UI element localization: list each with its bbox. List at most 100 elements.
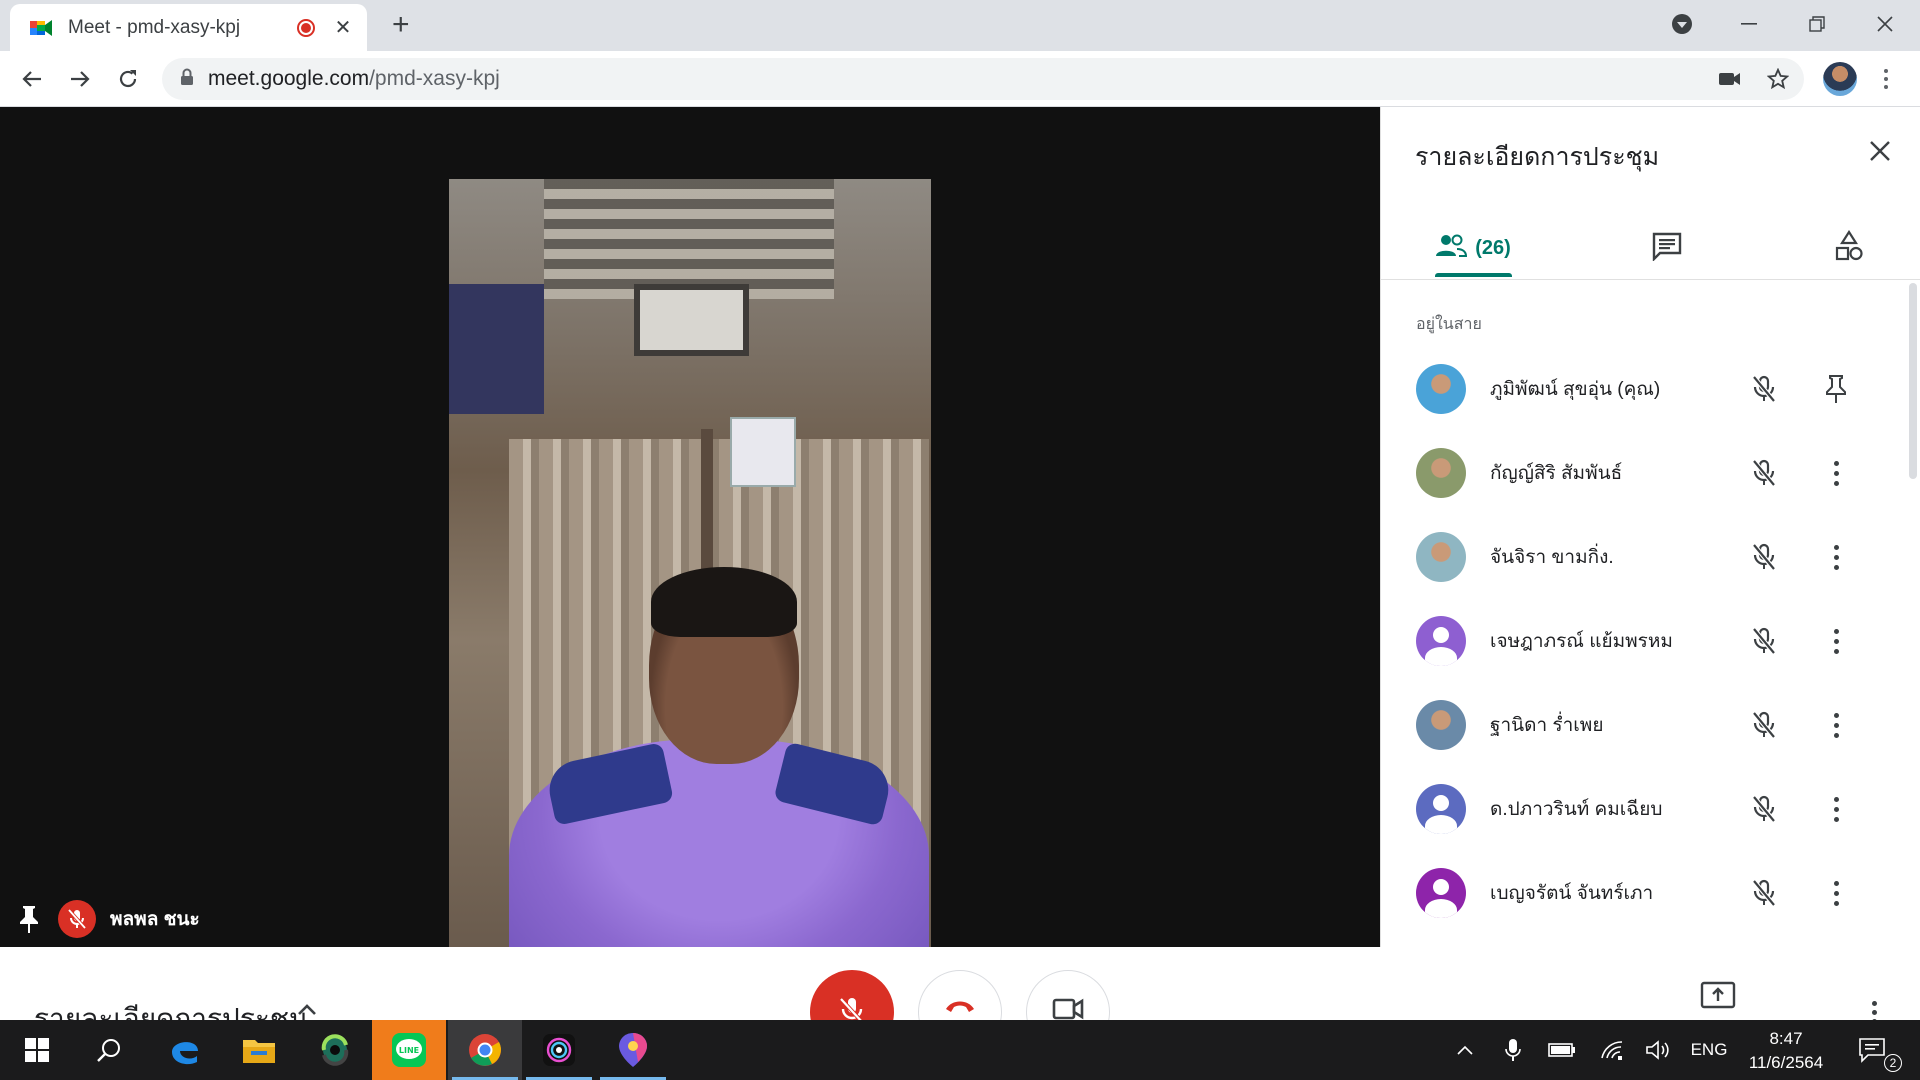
more-options-icon[interactable]	[1818, 455, 1854, 491]
new-tab-button[interactable]: +	[392, 8, 410, 42]
more-options-icon[interactable]	[1818, 539, 1854, 575]
meeting-details-panel: รายละเอียดการประชุม (26) อยู่ในสาย ภูมิพ…	[1380, 107, 1920, 947]
leave-call-button[interactable]	[918, 970, 1002, 1020]
mic-off-icon[interactable]	[1748, 541, 1780, 573]
mic-off-icon[interactable]	[1748, 709, 1780, 741]
mic-off-icon[interactable]	[1748, 625, 1780, 657]
meeting-control-bar: รายละเอียดการประชุม	[0, 947, 1920, 1020]
participant-name: จันจิรา ขามกิ่ง.	[1490, 547, 1614, 568]
more-options-icon[interactable]	[1818, 791, 1854, 827]
microphone-tray-icon[interactable]	[1496, 1020, 1530, 1080]
video-caption: พลพล ชนะ	[16, 900, 200, 938]
line-app-icon[interactable]: LINE	[372, 1020, 446, 1080]
participant-name: ด.ปภาวรินท์ คมเฉียบ	[1490, 799, 1663, 820]
app-sync-icon[interactable]	[298, 1020, 372, 1080]
more-options-icon[interactable]	[1818, 623, 1854, 659]
activities-shapes-icon	[1834, 229, 1864, 267]
url-text: meet.google.com/pmd-xasy-kpj	[208, 67, 500, 91]
lock-icon[interactable]	[180, 68, 194, 91]
mic-off-icon[interactable]	[1748, 373, 1780, 405]
participant-row[interactable]: จันจิรา ขามกิ่ง.	[1381, 515, 1920, 599]
people-icon	[1435, 234, 1468, 263]
participant-avatar	[1416, 868, 1466, 918]
camera-toggle-button[interactable]	[1026, 970, 1110, 1020]
panel-close-button[interactable]	[1864, 135, 1896, 167]
wifi-icon[interactable]	[1594, 1020, 1630, 1080]
bookmark-star-icon[interactable]	[1766, 67, 1790, 91]
participant-name: ฐานิดา ร่ำเพย	[1490, 715, 1604, 736]
participant-row[interactable]: ภูมิพัฒน์ สุขอุ่น (คุณ)	[1381, 347, 1920, 431]
mic-off-icon[interactable]	[1748, 457, 1780, 489]
caption-participant-name: พลพล ชนะ	[110, 909, 200, 930]
maps-pin-app-icon[interactable]	[596, 1020, 670, 1080]
minimize-button[interactable]	[1726, 6, 1772, 42]
clock-time: 8:47	[1769, 1029, 1803, 1048]
back-button[interactable]	[16, 63, 48, 95]
tab-activities[interactable]	[1813, 217, 1885, 280]
participant-avatar	[1416, 700, 1466, 750]
camera-app-icon[interactable]	[522, 1020, 596, 1080]
browser-tab-meet[interactable]: Meet - pmd-xasy-kpj ✕	[10, 4, 367, 51]
participant-avatar	[1416, 364, 1466, 414]
windows-start-icon[interactable]	[0, 1020, 74, 1080]
mic-off-icon[interactable]	[1748, 793, 1780, 825]
notification-count-badge: 2	[1884, 1054, 1902, 1072]
taskbar-clock[interactable]: 8:47 11/6/2564	[1740, 1027, 1832, 1075]
tab-people[interactable]: (26)	[1421, 217, 1525, 280]
volume-icon[interactable]	[1640, 1020, 1676, 1080]
panel-scrollbar[interactable]	[1909, 283, 1917, 479]
restore-button[interactable]	[1794, 6, 1840, 42]
recording-indicator-icon	[297, 18, 315, 37]
muted-mic-icon	[58, 900, 96, 938]
video-background-plaque	[634, 284, 749, 356]
window-close-button[interactable]	[1862, 6, 1908, 42]
participant-avatar	[1416, 784, 1466, 834]
camera-in-use-icon[interactable]	[1718, 67, 1742, 91]
action-center-notification-icon[interactable]	[1852, 1020, 1892, 1080]
tab-title: Meet - pmd-xasy-kpj	[68, 16, 241, 38]
profile-avatar[interactable]	[1823, 62, 1857, 96]
pin-icon[interactable]	[1818, 371, 1854, 407]
more-options-icon[interactable]	[1818, 707, 1854, 743]
battery-icon[interactable]	[1544, 1020, 1580, 1080]
show-hidden-icons-chevron-up-icon[interactable]	[1450, 1020, 1480, 1080]
file-explorer-icon[interactable]	[222, 1020, 296, 1080]
input-language-indicator[interactable]: ENG	[1684, 1020, 1734, 1080]
pin-icon[interactable]	[16, 904, 42, 934]
participant-row[interactable]: เบญจรัตน์ จันทร์เภา	[1381, 851, 1920, 935]
address-bar[interactable]: meet.google.com/pmd-xasy-kpj	[162, 58, 1804, 100]
chat-icon	[1651, 231, 1683, 266]
forward-button[interactable]	[64, 63, 96, 95]
tab-close-icon[interactable]: ✕	[333, 15, 353, 40]
participant-name: เจษฎาภรณ์ แย้มพรหม	[1490, 631, 1673, 652]
mic-off-icon	[838, 996, 866, 1020]
edge-browser-icon[interactable]	[148, 1020, 222, 1080]
svg-text:LINE: LINE	[399, 1046, 419, 1055]
chevron-up-icon[interactable]	[294, 997, 320, 1020]
present-screen-icon[interactable]	[1700, 981, 1736, 1011]
participant-row[interactable]: เจษฎาภรณ์ แย้มพรหม	[1381, 599, 1920, 683]
reload-button[interactable]	[112, 63, 144, 95]
chrome-menu-icon[interactable]	[1876, 63, 1896, 95]
panel-title: รายละเอียดการประชุม	[1415, 143, 1660, 171]
participant-avatar	[1416, 532, 1466, 582]
participant-list: ภูมิพัฒน์ สุขอุ่น (คุณ) กัญญ์สิริ สัมพันธ…	[1381, 347, 1920, 935]
tab-search-button[interactable]	[1668, 6, 1696, 42]
video-camera-icon	[1052, 997, 1084, 1020]
chrome-app-icon[interactable]	[448, 1020, 522, 1080]
participant-name: กัญญ์สิริ สัมพันธ์	[1490, 463, 1623, 484]
participant-row[interactable]: ฐานิดา ร่ำเพย	[1381, 683, 1920, 767]
microphone-toggle-button[interactable]	[810, 970, 894, 1020]
mic-off-icon[interactable]	[1748, 877, 1780, 909]
search-icon[interactable]	[72, 1020, 146, 1080]
active-tab-indicator	[1435, 273, 1512, 277]
google-meet-favicon-icon	[30, 18, 52, 38]
participant-row[interactable]: ด.ปภาวรินท์ คมเฉียบ	[1381, 767, 1920, 851]
more-options-icon[interactable]	[1818, 875, 1854, 911]
participant-row[interactable]: กัญญ์สิริ สัมพันธ์	[1381, 431, 1920, 515]
video-background-sign	[449, 284, 544, 414]
tab-chat[interactable]	[1631, 217, 1703, 280]
meeting-details-button[interactable]: รายละเอียดการประชุม	[34, 997, 307, 1020]
more-options-icon[interactable]	[1872, 1001, 1877, 1020]
participant-video[interactable]	[449, 179, 931, 947]
